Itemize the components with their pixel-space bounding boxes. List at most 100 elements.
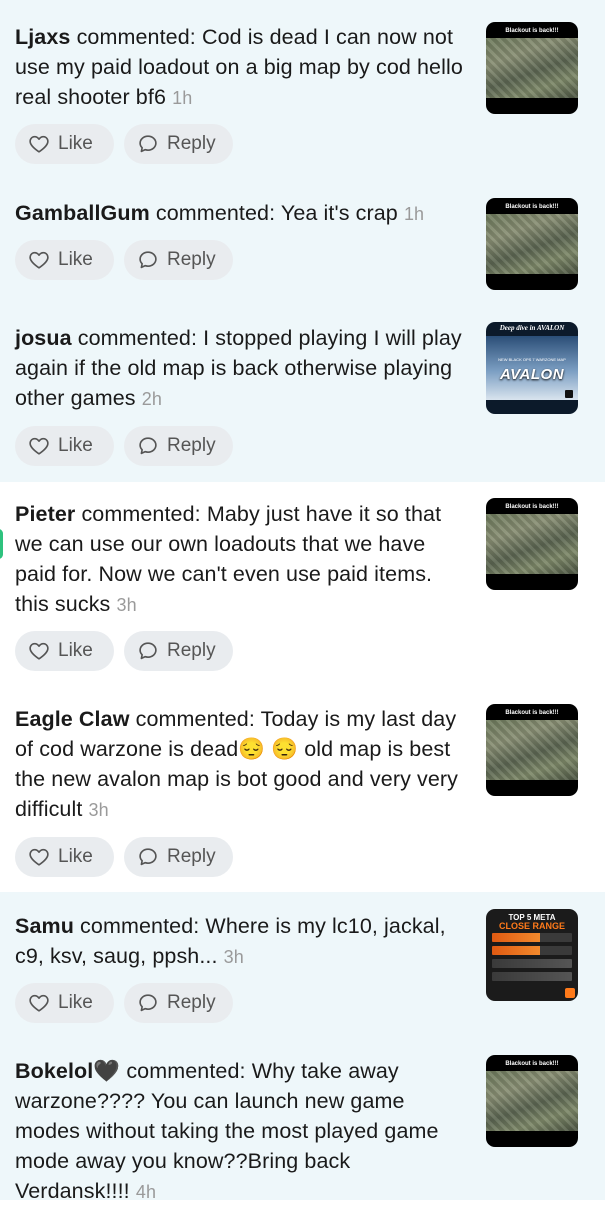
like-label: Like [58, 133, 93, 154]
thumbnail-title: AVALON [499, 366, 565, 383]
comment-username[interactable]: GamballGum [15, 201, 150, 225]
weapon-row [492, 972, 572, 981]
video-thumbnail[interactable]: Blackout is back!!! [486, 22, 578, 114]
speech-bubble-icon [139, 251, 157, 269]
comment-item[interactable]: GamballGum commented: Yea it's crap 1h L… [0, 182, 605, 300]
comment-text: josua commented: I stopped playing I wil… [15, 323, 470, 414]
thumbnail-caption: Blackout is back!!! [505, 28, 559, 34]
comment-actions: Like Reply [15, 426, 233, 466]
comment-text: GamballGum commented: Yea it's crap 1h [15, 198, 470, 229]
comment-time: 1h [403, 204, 425, 224]
reply-label: Reply [167, 133, 216, 154]
thumbnail-caption: Blackout is back!!! [505, 1061, 559, 1067]
thumbnail-subtitle: CLOSE RANGE [498, 921, 565, 931]
game-logo-icon [565, 390, 573, 398]
thumbnail-caption: Blackout is back!!! [505, 710, 559, 716]
like-button[interactable]: Like [15, 837, 114, 877]
thumbnail-caption: Deep dive in AVALON [499, 324, 565, 332]
comment-item[interactable]: Bokelol🖤 commented: Why take away warzon… [0, 1037, 605, 1203]
comment-verb: commented: [76, 25, 196, 49]
like-button[interactable]: Like [15, 983, 114, 1023]
comment-text: Eagle Claw commented: Today is my last d… [15, 704, 470, 825]
video-thumbnail[interactable]: TOP 5 META CLOSE RANGE [486, 909, 578, 1001]
comment-text: Bokelol🖤 commented: Why take away warzon… [15, 1056, 470, 1207]
heart-icon [29, 848, 49, 866]
like-button[interactable]: Like [15, 631, 114, 671]
comment-username[interactable]: Samu [15, 914, 74, 938]
reply-button[interactable]: Reply [124, 837, 233, 877]
heart-icon [29, 994, 49, 1012]
comment-verb: commented: [126, 1059, 246, 1083]
reply-label: Reply [167, 846, 216, 867]
video-thumbnail[interactable]: Blackout is back!!! [486, 198, 578, 290]
speech-bubble-icon [139, 994, 157, 1012]
comment-actions: Like Reply [15, 983, 233, 1023]
comment-username[interactable]: Pieter [15, 502, 75, 526]
comment-time: 3h [223, 947, 244, 967]
like-label: Like [58, 249, 93, 270]
heart-icon [29, 437, 49, 455]
comment-actions: Like Reply [15, 240, 233, 280]
thumbnail-image [486, 1071, 578, 1131]
comment-username[interactable]: Eagle Claw [15, 707, 130, 731]
reply-label: Reply [167, 640, 216, 661]
weapon-row [492, 946, 572, 955]
like-label: Like [58, 846, 93, 867]
comment-username[interactable]: josua [15, 326, 72, 350]
like-button[interactable]: Like [15, 240, 114, 280]
reply-button[interactable]: Reply [124, 426, 233, 466]
reply-label: Reply [167, 249, 216, 270]
comment-time: 1h [172, 88, 193, 108]
comment-verb: commented: [155, 201, 276, 225]
video-thumbnail[interactable]: Deep dive in AVALON NEW BLACK OPS 7 WARZ… [486, 322, 578, 414]
video-thumbnail[interactable]: Blackout is back!!! [486, 498, 578, 590]
comment-verb: commented: [135, 707, 255, 731]
reply-button[interactable]: Reply [124, 631, 233, 671]
comment-time: 2h [141, 389, 162, 409]
weapon-row [492, 933, 572, 942]
weapon-row [492, 959, 572, 968]
speech-bubble-icon [139, 642, 157, 660]
comment-item[interactable]: Eagle Claw commented: Today is my last d… [0, 688, 605, 892]
thumbnail-caption: Blackout is back!!! [505, 204, 559, 210]
video-thumbnail[interactable]: Blackout is back!!! [486, 704, 578, 796]
thumbnail-caption: Blackout is back!!! [505, 504, 559, 510]
notification-feed: Ljaxs commented: Cod is dead I can now n… [0, 0, 605, 1203]
thumbnail-image [486, 514, 578, 574]
edge-indicator [0, 529, 3, 559]
like-label: Like [58, 992, 93, 1013]
comment-text: Ljaxs commented: Cod is dead I can now n… [15, 22, 470, 113]
comment-verb: commented: [80, 914, 200, 938]
comment-item[interactable]: Ljaxs commented: Cod is dead I can now n… [0, 0, 605, 182]
thumbnail-weapon-list [492, 933, 572, 985]
speech-bubble-icon [139, 848, 157, 866]
like-label: Like [58, 435, 93, 456]
like-button[interactable]: Like [15, 124, 114, 164]
like-button[interactable]: Like [15, 426, 114, 466]
reply-button[interactable]: Reply [124, 124, 233, 164]
comment-actions: Like Reply [15, 631, 233, 671]
thumbnail-image [486, 214, 578, 274]
comment-username[interactable]: Bokelol🖤 [15, 1059, 120, 1083]
comment-actions: Like Reply [15, 837, 233, 877]
comment-item[interactable]: josua commented: I stopped playing I wil… [0, 300, 605, 482]
comment-text: Pieter commented: Maby just have it so t… [15, 499, 470, 620]
comment-item[interactable]: Samu commented: Where is my lc10, jackal… [0, 892, 605, 1037]
heart-icon [29, 135, 49, 153]
thumbnail-subtitle: NEW BLACK OPS 7 WARZONE MAP [498, 357, 566, 362]
comment-time: 3h [88, 800, 109, 820]
comment-actions: Like Reply [15, 124, 233, 164]
reply-label: Reply [167, 435, 216, 456]
comment-body: Maby just have it so that we can use our… [15, 502, 442, 616]
reply-button[interactable]: Reply [124, 240, 233, 280]
comment-verb: commented: [77, 326, 198, 350]
comment-time: 3h [116, 595, 137, 615]
brand-icon [565, 988, 575, 998]
thumbnail-image [486, 38, 578, 98]
comment-item[interactable]: Pieter commented: Maby just have it so t… [0, 482, 605, 688]
comment-username[interactable]: Ljaxs [15, 25, 70, 49]
comment-text: Samu commented: Where is my lc10, jackal… [15, 911, 470, 972]
heart-icon [29, 251, 49, 269]
video-thumbnail[interactable]: Blackout is back!!! [486, 1055, 578, 1147]
reply-button[interactable]: Reply [124, 983, 233, 1023]
